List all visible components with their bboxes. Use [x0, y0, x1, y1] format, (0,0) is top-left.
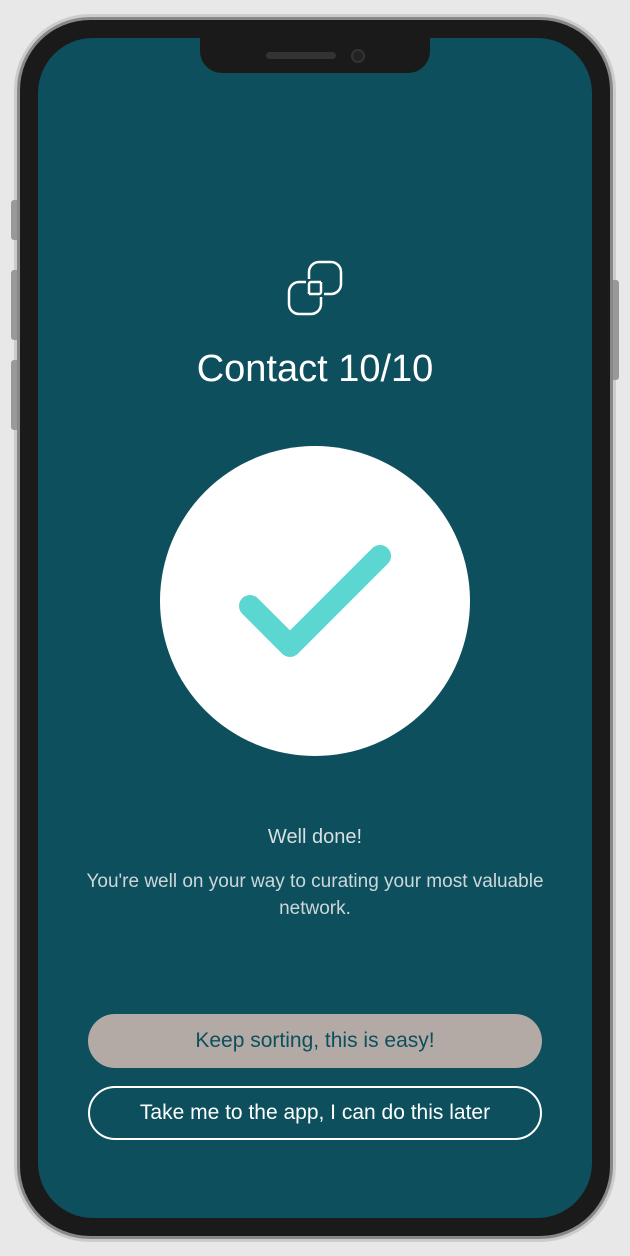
app-screen: Contact 10/10 Well done! You're well on …: [38, 38, 592, 1218]
phone-notch: [200, 38, 430, 73]
content-area: Contact 10/10 Well done! You're well on …: [38, 38, 592, 1218]
phone-volume-down: [11, 360, 17, 430]
phone-camera: [351, 49, 365, 63]
go-to-app-button[interactable]: Take me to the app, I can do this later: [88, 1086, 542, 1140]
checkmark-icon: [220, 526, 410, 676]
page-title: Contact 10/10: [197, 348, 434, 391]
buttons-container: Keep sorting, this is easy! Take me to t…: [78, 1014, 552, 1158]
success-heading: Well done!: [268, 826, 362, 849]
success-message: You're well on your way to curating your…: [78, 869, 552, 922]
success-circle: [160, 446, 470, 756]
keep-sorting-button[interactable]: Keep sorting, this is easy!: [88, 1014, 542, 1068]
phone-power-button: [613, 280, 619, 380]
phone-volume-up: [11, 270, 17, 340]
phone-frame: Contact 10/10 Well done! You're well on …: [20, 20, 610, 1236]
app-logo-icon: [283, 258, 347, 323]
phone-mute-switch: [11, 200, 17, 240]
phone-speaker: [266, 52, 336, 59]
phone-side-buttons-left: [11, 200, 17, 450]
